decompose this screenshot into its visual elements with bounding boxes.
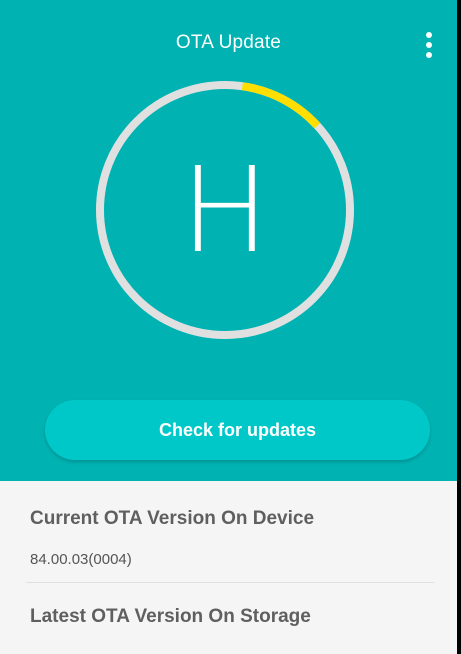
screen-edge [457,0,461,654]
header-panel: OTA Update H Check for updates [0,0,457,481]
current-version-value: 84.00.03(0004) [30,551,132,568]
status-letter: H [180,141,270,279]
more-vert-icon [426,32,432,38]
app-title: OTA Update [175,32,282,53]
progress-ring: H [95,80,355,340]
overflow-menu-button[interactable] [416,32,442,68]
latest-version-title: Latest OTA Version On Storage [30,606,311,627]
more-vert-icon-dot [426,42,432,48]
current-version-title: Current OTA Version On Device [30,508,315,529]
divider [26,582,434,583]
ota-update-screen: OTA Update H Check for updates Current O… [0,0,457,654]
check-for-updates-button[interactable]: Check for updates [45,400,430,460]
more-vert-icon-dot [426,52,432,58]
